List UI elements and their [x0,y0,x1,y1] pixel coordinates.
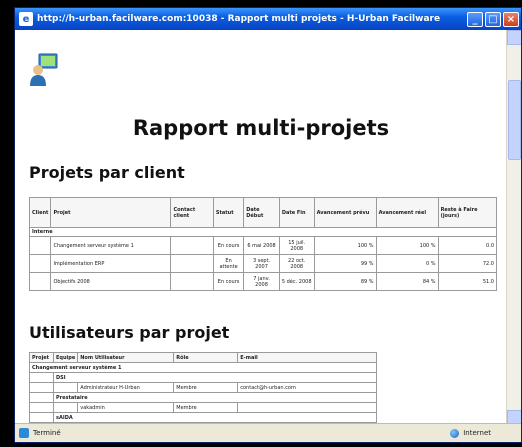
planned-progress: 99 % [313,254,377,273]
column-header: E-mail [237,352,377,363]
team-name: Prestataire [53,392,377,403]
planned-progress: 89 % [313,272,377,291]
user-role: Membre [173,382,239,393]
minimize-button[interactable]: _ [467,11,483,27]
section-heading-users: Utilisateurs par projet [29,323,230,342]
actual-progress: 84 % [375,272,439,291]
user-name: vakadmin [77,402,175,413]
scroll-up-arrow-icon[interactable] [507,30,521,45]
project-status: En cours [212,272,245,291]
column-header: Contact client [170,197,214,228]
user-role: Membre [173,402,239,413]
column-header: Client [28,197,52,228]
title-bar[interactable]: e http://h-urban.facilware.com:10038 - R… [15,8,521,30]
project-status: En cours [212,236,245,255]
page-content: Rapport multi-projets Projets par client… [15,30,507,425]
column-header: Rôle [173,352,239,363]
client-contact [170,254,214,273]
team-name: DSI [53,372,377,383]
browser-icon: e [19,12,33,26]
status-text: Terminé [33,429,61,437]
status-bar: Terminé Internet [15,423,521,442]
table-row: Administrateur H-Urban Membre contact@h-… [29,382,377,393]
team-row: Prestataire [29,392,377,403]
project-status: En attente [212,254,245,273]
column-header: Avancement prévu [313,197,377,228]
start-date: 3 sept. 2007 [243,254,280,273]
vertical-scrollbar[interactable] [506,30,521,425]
table-row: Objectifs 2008 En cours 7 janv. 2008 5 d… [28,272,498,291]
client-contact [170,272,214,291]
report-title: Rapport multi-projets [132,116,390,140]
page-done-icon [19,428,29,438]
user-screen-icon [30,53,58,86]
project-name: Changement serveur système 1 [50,236,172,255]
actual-progress: 0 % [375,254,439,273]
browser-window: e http://h-urban.facilware.com:10038 - R… [14,7,522,443]
zone-label: Internet [463,429,491,437]
project-name: Objectifs 2008 [50,272,172,291]
table-row: Changement serveur système 1 En cours 6 … [28,236,498,255]
column-header: Avancement réel [375,197,439,228]
team-row: sAIDA [29,412,377,423]
user-email: contact@h-urban.com [237,382,377,393]
section-heading-clients: Projets par client [29,163,185,182]
end-date: 15 juil. 2008 [278,236,315,255]
taskbar-edge [0,443,14,447]
column-header: Equipe [52,352,79,363]
column-header: Date Fin [278,197,315,228]
remaining-days: 72.0 [437,254,498,273]
maximize-button[interactable]: □ [485,11,501,27]
column-header: Date Début [243,197,280,228]
scrollbar-thumb[interactable] [508,80,521,160]
security-zone: Internet [450,428,491,438]
column-header: Projet [29,352,54,363]
users-by-project-table: Projet Equipe Nom Utilisateur Rôle E-mai… [29,352,377,423]
project-name: Implémentation ERP [50,254,172,273]
client-name: Interne [29,227,497,237]
team-name: sAIDA [53,412,377,423]
table-row: vakadmin Membre [29,402,377,413]
project-group-row: Changement serveur système 1 [29,362,377,373]
column-header: Reste à Faire (jours) [437,197,498,228]
column-header: Nom Utilisateur [77,352,175,363]
end-date: 5 déc. 2008 [278,272,315,291]
project-name: Changement serveur système 1 [29,362,377,373]
start-date: 6 mai 2008 [243,236,280,255]
projects-by-client-table: Client Projet Contact client Statut Date… [28,197,498,291]
start-date: 7 janv. 2008 [243,272,280,291]
column-header: Statut [212,197,245,228]
window-title: http://h-urban.facilware.com:10038 - Rap… [37,14,441,24]
remaining-days: 0.0 [437,236,498,255]
globe-icon [450,428,460,438]
user-email [237,402,377,413]
end-date: 22 oct. 2008 [278,254,315,273]
close-button[interactable]: × [503,11,519,27]
actual-progress: 100 % [375,236,439,255]
client-group-row: Interne [29,227,497,237]
column-header: Projet [50,197,172,228]
table-header-row: Projet Equipe Nom Utilisateur Rôle E-mai… [29,352,377,363]
client-contact [170,236,214,255]
team-row: DSI [29,372,377,383]
table-row: Implémentation ERP En attente 3 sept. 20… [28,254,498,273]
user-name: Administrateur H-Urban [77,382,175,393]
planned-progress: 100 % [313,236,377,255]
table-header-row: Client Projet Contact client Statut Date… [28,197,498,228]
remaining-days: 51.0 [437,272,498,291]
